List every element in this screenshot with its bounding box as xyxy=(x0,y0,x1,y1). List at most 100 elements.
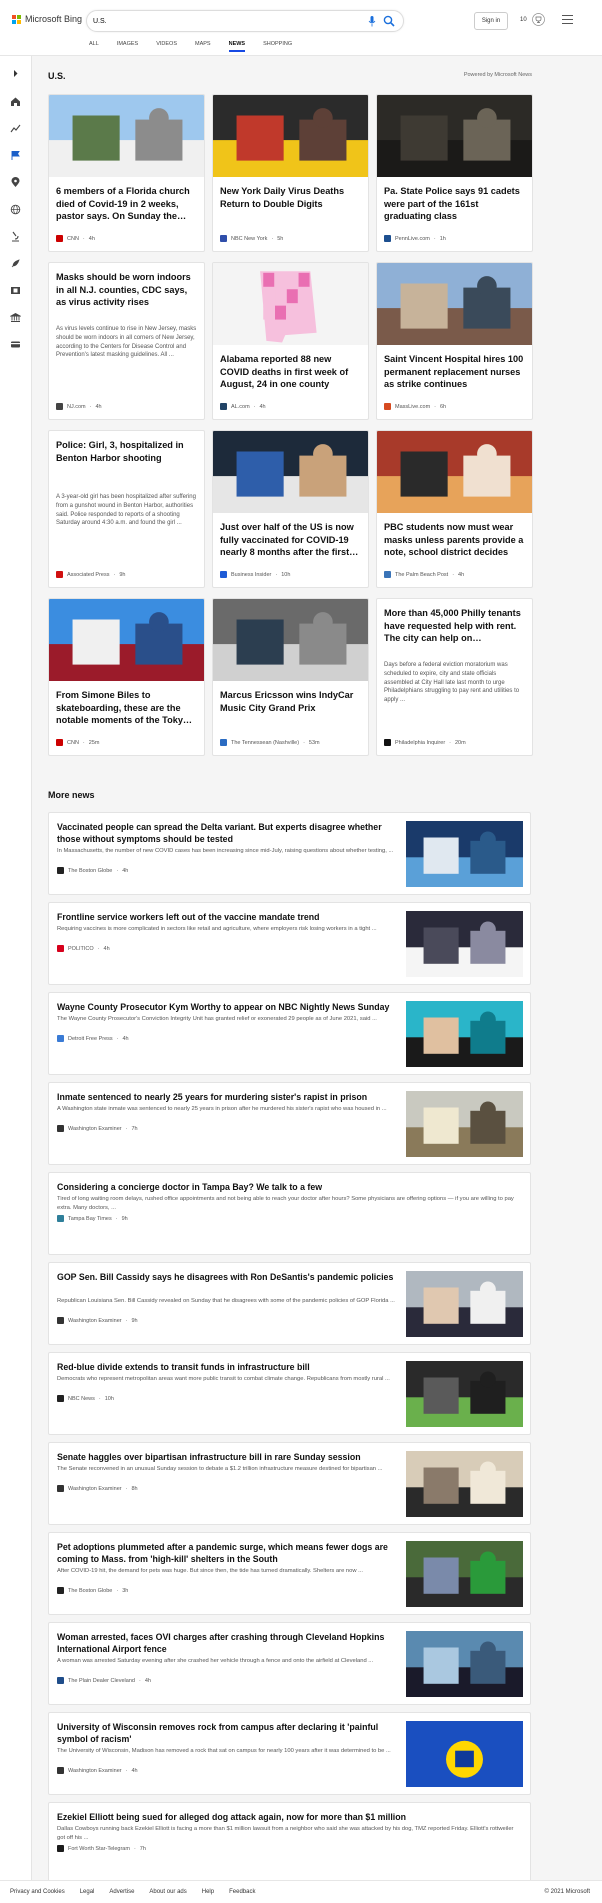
news-card-image[interactable] xyxy=(377,95,532,177)
more-news-image[interactable] xyxy=(406,1541,523,1607)
microscope-icon[interactable] xyxy=(10,231,21,242)
news-card[interactable]: Marcus Ericsson wins IndyCar Music City … xyxy=(212,598,369,756)
rocket-icon[interactable] xyxy=(10,258,21,269)
news-card[interactable]: PBC students now must wear masks unless … xyxy=(376,430,533,588)
footer-link[interactable]: Feedback xyxy=(229,1889,255,1895)
more-news-item[interactable]: Red-blue divide extends to transit funds… xyxy=(48,1352,531,1435)
rewards-trophy-icon[interactable] xyxy=(532,13,545,26)
news-card[interactable]: Pa. State Police says 91 cadets were par… xyxy=(376,94,533,252)
more-news-image[interactable] xyxy=(406,1451,523,1517)
more-news-item[interactable]: Wayne County Prosecutor Kym Worthy to ap… xyxy=(48,992,531,1075)
news-card[interactable]: More than 45,000 Philly tenants have req… xyxy=(376,598,533,756)
more-news-title[interactable]: Ezekiel Elliott being sued for alleged d… xyxy=(57,1811,523,1823)
news-card[interactable]: From Simone Biles to skateboarding, thes… xyxy=(48,598,205,756)
news-card[interactable]: Just over half of the US is now fully va… xyxy=(212,430,369,588)
news-card[interactable]: Police: Girl, 3, hospitalized in Benton … xyxy=(48,430,205,588)
tab-images[interactable]: IMAGES xyxy=(117,41,147,52)
news-card-image[interactable] xyxy=(377,431,532,513)
more-news-title[interactable]: Frontline service workers left out of th… xyxy=(57,911,397,923)
home-icon[interactable] xyxy=(10,96,21,107)
card-icon[interactable] xyxy=(10,339,21,350)
bank-icon[interactable] xyxy=(10,312,21,323)
more-news-title[interactable]: Vaccinated people can spread the Delta v… xyxy=(57,821,397,845)
trending-icon[interactable] xyxy=(10,123,21,134)
tab-shopping[interactable]: SHOPPING xyxy=(263,41,301,52)
tab-news[interactable]: NEWS xyxy=(228,41,255,52)
more-news-title[interactable]: Woman arrested, faces OVI charges after … xyxy=(57,1631,397,1655)
news-card-image[interactable] xyxy=(213,599,368,681)
timestamp: 4h xyxy=(103,945,110,952)
footer-link[interactable]: Legal xyxy=(80,1889,95,1895)
news-card-image[interactable] xyxy=(213,431,368,513)
news-card[interactable]: Alabama reported 88 new COVID deaths in … xyxy=(212,262,369,420)
microphone-icon[interactable] xyxy=(368,16,376,27)
footer-link[interactable]: Advertise xyxy=(109,1889,134,1895)
more-news-item[interactable]: Considering a concierge doctor in Tampa … xyxy=(48,1172,531,1255)
news-card-title[interactable]: Just over half of the US is now fully va… xyxy=(220,521,361,559)
more-news-image[interactable] xyxy=(406,1361,523,1427)
footer-link[interactable]: Help xyxy=(202,1889,214,1895)
more-news-item[interactable]: Ezekiel Elliott being sued for alleged d… xyxy=(48,1802,531,1885)
more-news-image[interactable] xyxy=(406,1631,523,1697)
news-card-image[interactable] xyxy=(377,263,532,345)
source-name: NBC New York xyxy=(231,235,268,242)
news-card[interactable]: Saint Vincent Hospital hires 100 permane… xyxy=(376,262,533,420)
news-card-title[interactable]: Marcus Ericsson wins IndyCar Music City … xyxy=(220,689,361,714)
flag-icon[interactable] xyxy=(10,150,21,161)
more-news-image[interactable] xyxy=(406,911,523,977)
news-card-title[interactable]: From Simone Biles to skateboarding, thes… xyxy=(56,689,197,727)
more-news-item[interactable]: Pet adoptions plummeted after a pandemic… xyxy=(48,1532,531,1615)
more-news-title[interactable]: Pet adoptions plummeted after a pandemic… xyxy=(57,1541,397,1565)
news-card-image[interactable] xyxy=(49,599,204,681)
more-news-image[interactable] xyxy=(406,1721,523,1787)
more-news-item[interactable]: Inmate sentenced to nearly 25 years for … xyxy=(48,1082,531,1165)
more-news-title[interactable]: GOP Sen. Bill Cassidy says he disagrees … xyxy=(57,1271,397,1283)
more-news-title[interactable]: Considering a concierge doctor in Tampa … xyxy=(57,1181,523,1193)
news-card[interactable]: New York Daily Virus Deaths Return to Do… xyxy=(212,94,369,252)
news-card[interactable]: 6 members of a Florida church died of Co… xyxy=(48,94,205,252)
search-icon[interactable] xyxy=(383,15,395,27)
more-news-title[interactable]: Red-blue divide extends to transit funds… xyxy=(57,1361,397,1373)
more-news-item[interactable]: Woman arrested, faces OVI charges after … xyxy=(48,1622,531,1705)
more-news-item[interactable]: Senate haggles over bipartisan infrastru… xyxy=(48,1442,531,1525)
more-news-item[interactable]: University of Wisconsin removes rock fro… xyxy=(48,1712,531,1795)
tab-videos[interactable]: VIDEOS xyxy=(156,41,186,52)
news-card-image[interactable] xyxy=(49,95,204,177)
news-card-title[interactable]: New York Daily Virus Deaths Return to Do… xyxy=(220,185,361,210)
film-icon[interactable] xyxy=(10,285,21,296)
expand-icon[interactable] xyxy=(10,68,21,79)
news-card[interactable]: Masks should be worn indoors in all N.J.… xyxy=(48,262,205,420)
globe-icon[interactable] xyxy=(10,204,21,215)
footer-link[interactable]: About our ads xyxy=(149,1889,186,1895)
news-card-title[interactable]: Alabama reported 88 new COVID deaths in … xyxy=(220,353,361,391)
more-news-image[interactable] xyxy=(406,1001,523,1067)
news-card-title[interactable]: More than 45,000 Philly tenants have req… xyxy=(384,607,525,645)
more-news-image[interactable] xyxy=(406,821,523,887)
tab-maps[interactable]: MAPS xyxy=(195,41,220,52)
more-news-image[interactable] xyxy=(406,1091,523,1157)
more-news-item[interactable]: GOP Sen. Bill Cassidy says he disagrees … xyxy=(48,1262,531,1345)
news-card-title[interactable]: Masks should be worn indoors in all N.J.… xyxy=(56,271,197,309)
news-card-image[interactable] xyxy=(213,95,368,177)
bing-logo[interactable]: Microsoft Bing xyxy=(12,14,82,24)
sign-in-button[interactable]: Sign in xyxy=(474,12,508,30)
tab-all[interactable]: ALL xyxy=(89,41,108,52)
more-news-title[interactable]: University of Wisconsin removes rock fro… xyxy=(57,1721,397,1745)
hamburger-menu-icon[interactable] xyxy=(562,15,573,24)
more-news-title[interactable]: Senate haggles over bipartisan infrastru… xyxy=(57,1451,397,1463)
news-card-image[interactable] xyxy=(213,263,368,345)
footer-link[interactable]: Privacy and Cookies xyxy=(10,1889,65,1895)
news-card-title[interactable]: Police: Girl, 3, hospitalized in Benton … xyxy=(56,439,197,464)
separator: · xyxy=(97,945,100,952)
news-card-title[interactable]: PBC students now must wear masks unless … xyxy=(384,521,525,559)
more-news-item[interactable]: Frontline service workers left out of th… xyxy=(48,902,531,985)
news-card-title[interactable]: Saint Vincent Hospital hires 100 permane… xyxy=(384,353,525,391)
location-pin-icon[interactable] xyxy=(10,177,21,188)
more-news-title[interactable]: Inmate sentenced to nearly 25 years for … xyxy=(57,1091,397,1103)
more-news-item[interactable]: Vaccinated people can spread the Delta v… xyxy=(48,812,531,895)
news-card-title[interactable]: 6 members of a Florida church died of Co… xyxy=(56,185,197,223)
search-input[interactable] xyxy=(93,14,363,28)
news-card-title[interactable]: Pa. State Police says 91 cadets were par… xyxy=(384,185,525,223)
more-news-image[interactable] xyxy=(406,1271,523,1337)
more-news-title[interactable]: Wayne County Prosecutor Kym Worthy to ap… xyxy=(57,1001,397,1013)
